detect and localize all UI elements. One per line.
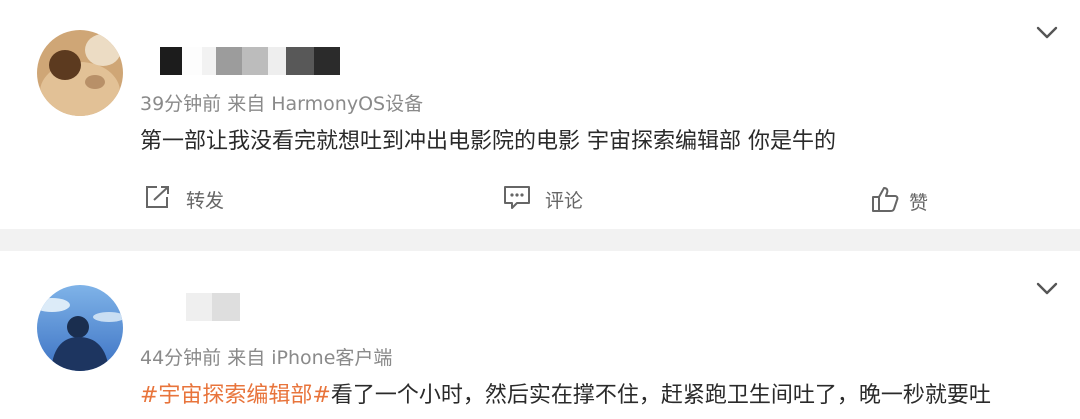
avatar[interactable] [37, 285, 123, 371]
post-text: 第一部让我没看完就想吐到冲出电影院的电影 宇宙探索编辑部 你是牛的 [140, 129, 836, 154]
comment-icon [503, 184, 531, 214]
post-card: 39分钟前 来自 HarmonyOS设备 第一部让我没看完就想吐到冲出电影院的电… [0, 0, 1080, 229]
like-label: 赞 [909, 191, 929, 214]
comment-label: 评论 [545, 189, 584, 212]
post-text: #宇宙探索编辑部#看了一个小时，然后实在撑不住，赶紧跑卫生间吐了，晚一秒就要吐 [140, 377, 991, 409]
person-avatar-image [37, 285, 123, 371]
comment-button[interactable]: 评论 [503, 184, 583, 214]
avatar[interactable] [37, 30, 123, 116]
share-icon [144, 184, 172, 214]
like-button[interactable]: 赞 [871, 185, 928, 217]
chevron-down-icon[interactable] [1036, 25, 1058, 44]
hashtag-link[interactable]: #宇宙探索编辑部# [140, 383, 331, 408]
post-meta: 44分钟前 来自 iPhone客户端 [140, 347, 393, 369]
dog-avatar-image [37, 30, 123, 116]
username-redacted[interactable] [140, 47, 340, 75]
thumbs-up-icon [871, 185, 899, 217]
repost-label: 转发 [186, 189, 225, 212]
chevron-down-icon[interactable] [1036, 281, 1058, 300]
post-card: 44分钟前 来自 iPhone客户端 #宇宙探索编辑部#看了一个小时，然后实在撑… [0, 251, 1080, 419]
repost-button[interactable]: 转发 [144, 184, 224, 214]
username-redacted[interactable] [160, 293, 240, 321]
post-meta: 39分钟前 来自 HarmonyOS设备 [140, 93, 424, 115]
post-text-body: 看了一个小时，然后实在撑不住，赶紧跑卫生间吐了，晚一秒就要吐 [330, 383, 991, 408]
